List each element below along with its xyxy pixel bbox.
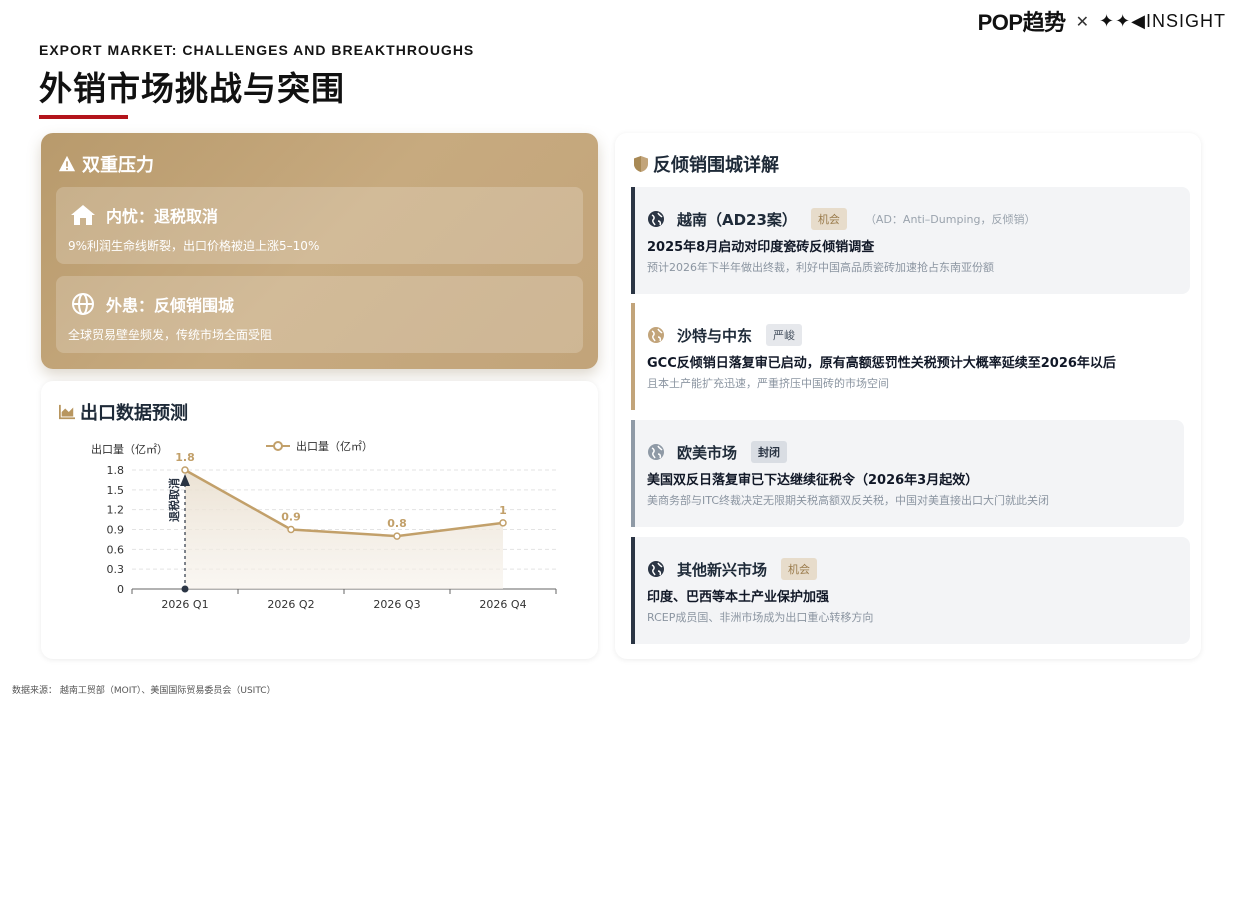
status-badge: 封闭: [751, 441, 788, 463]
data-label: 0.8: [387, 517, 407, 530]
y-tick-label: 1.8: [107, 464, 125, 477]
chart-card: 0 0.3 0.6 0.9 1.2 1.5 1.8 2026 Q1 2026 Q2 2026 Q3…: [41, 381, 598, 659]
y-tick-label: 1.5: [107, 484, 125, 497]
y-axis-label: 出口量（亿㎡）: [91, 442, 168, 456]
series-point: [181, 466, 189, 474]
pressure-item-title-row: 内忧：退税取消: [70, 203, 218, 227]
market-name: 沙特与中东: [677, 326, 753, 345]
pressure-item-desc: 全球贸易壁垒频发，传统市场全面受阻: [68, 328, 273, 342]
title-underline: [39, 115, 128, 119]
globe-icon: [648, 444, 664, 460]
market-item-vietnam: 越南（AD23案） 机会 （AD：Anti–Dumping，反倾销） 2025年…: [631, 187, 1190, 294]
pressure-heading: 双重压力: [58, 151, 154, 177]
chart-heading-text: 出口数据预测: [80, 403, 188, 424]
series-point: [287, 525, 295, 534]
status-badge: 机会: [781, 558, 818, 580]
shield-icon: [634, 156, 648, 172]
series-point: [393, 532, 401, 540]
antidumping-heading-text: 反倾销围城详解: [653, 155, 779, 176]
antidumping-heading: 反倾销围城详解: [633, 151, 779, 177]
brand-pop-logo: POP趋势: [977, 10, 1066, 35]
globe-icon: [648, 327, 664, 343]
x-tick-label: 2026 Q1: [161, 598, 208, 611]
data-label: 1.8: [175, 451, 195, 464]
market-note: （AD：Anti–Dumping，反倾销）: [864, 213, 1036, 226]
status-badge: 严峻: [766, 324, 803, 346]
brand-logo: POP趋势 ✕ ✦✦◀INSIGHT: [977, 8, 1226, 35]
status-badge: 机会: [810, 208, 847, 230]
y-tick-label: 0.9: [107, 524, 125, 537]
globe-icon: [72, 293, 94, 315]
y-tick-label: 0: [117, 583, 124, 596]
market-row: 越南（AD23案） 机会 （AD：Anti–Dumping，反倾销）: [647, 208, 1035, 230]
x-tick-label: 2026 Q2: [267, 598, 314, 611]
pressure-item-internal: 内忧：退税取消 9%利润生命线断裂，出口价格被迫上涨5–10%: [56, 187, 583, 264]
annotation-dot: [181, 585, 189, 593]
globe-icon: [648, 561, 664, 577]
chart-heading: 出口数据预测: [58, 399, 188, 425]
y-tick-label: 0.3: [107, 563, 125, 576]
pressure-item-title: 内忧：退税取消: [106, 207, 219, 226]
market-name: 越南（AD23案）: [677, 210, 797, 229]
market-headline: 印度、巴西等本土产业保护加强: [647, 590, 830, 605]
market-desc: 美商务部与ITC终裁决定无限期关税高额双反关税，中国对美直接出口大门就此关闭: [647, 494, 1049, 507]
market-name: 其他新兴市场: [677, 560, 768, 579]
pressure-item-desc: 9%利润生命线断裂，出口价格被迫上涨5–10%: [68, 239, 320, 253]
market-desc: 且本土产能扩充迅速，严重挤压中国砖的市场空间: [647, 377, 889, 390]
x-tick-label: 2026 Q3: [373, 598, 420, 611]
market-row: 欧美市场 封闭: [647, 441, 788, 463]
data-label: 0.9: [281, 511, 301, 524]
legend-marker: [273, 441, 283, 451]
y-tick-label: 0.6: [107, 543, 125, 556]
market-item-saudi: 沙特与中东 严峻 GCC反倾销日落复审已启动，原有高额惩罚性关税预计大概率延续至…: [631, 303, 1171, 410]
pressure-item-title-row: 外患：反倾销围城: [70, 292, 234, 316]
y-tick-label: 1.2: [107, 504, 125, 517]
antidumping-card: 反倾销围城详解 越南（AD23案） 机会 （AD：Anti–Dumping，反倾…: [615, 133, 1201, 659]
data-label: 1: [499, 504, 507, 517]
warning-icon: [58, 155, 76, 172]
x-tick-label: 2026 Q4: [479, 598, 526, 611]
data-source-note: 数据来源： 越南工贸部（MOIT）、美国国际贸易委员会（USITC）: [12, 686, 276, 696]
page-subtitle: EXPORT MARKET: CHALLENGES AND BREAKTHROU…: [39, 42, 475, 58]
market-item-euus: 欧美市场 封闭 美国双反日落复审已下达继续征税令（2026年3月起效） 美商务部…: [631, 420, 1184, 527]
market-desc: RCEP成员国、非洲市场成为出口重心转移方向: [647, 611, 874, 624]
pressure-item-external: 外患：反倾销围城 全球贸易壁垒频发，传统市场全面受阻: [56, 276, 583, 353]
annotation-label: 退税取消: [167, 478, 181, 522]
market-headline: 美国双反日落复审已下达继续征税令（2026年3月起效）: [647, 473, 979, 488]
brand-separator-icon: ✕: [1075, 11, 1089, 31]
globe-icon: [648, 211, 664, 227]
home-icon: [71, 205, 95, 225]
market-row: 沙特与中东 严峻: [647, 324, 803, 346]
pressure-item-title: 外患：反倾销围城: [106, 296, 235, 315]
market-name: 欧美市场: [677, 443, 738, 462]
pressure-heading-text: 双重压力: [82, 155, 154, 176]
market-headline: 2025年8月启动对印度瓷砖反倾销调查: [647, 240, 875, 255]
market-headline: GCC反倾销日落复审已启动，原有高额惩罚性关税预计大概率延续至2026年以后: [647, 356, 1116, 371]
page-title: 外销市场挑战与突围: [39, 69, 345, 108]
series-point: [499, 519, 507, 527]
legend-label: 出口量（亿㎡）: [296, 439, 373, 453]
pressure-card: 双重压力 内忧：退税取消 9%利润生命线断裂，出口价格被迫上涨5–10% 外患：…: [41, 133, 598, 369]
market-item-emerging: 其他新兴市场 机会 印度、巴西等本土产业保护加强 RCEP成员国、非洲市场成为出…: [631, 537, 1190, 644]
market-row: 其他新兴市场 机会: [647, 558, 818, 580]
market-desc: 预计2026年下半年做出终裁，利好中国高品质瓷砖加速抢占东南亚份额: [647, 261, 994, 274]
area-chart-icon: [59, 404, 75, 420]
brand-insight-logo: ✦✦◀INSIGHT: [1098, 10, 1226, 31]
